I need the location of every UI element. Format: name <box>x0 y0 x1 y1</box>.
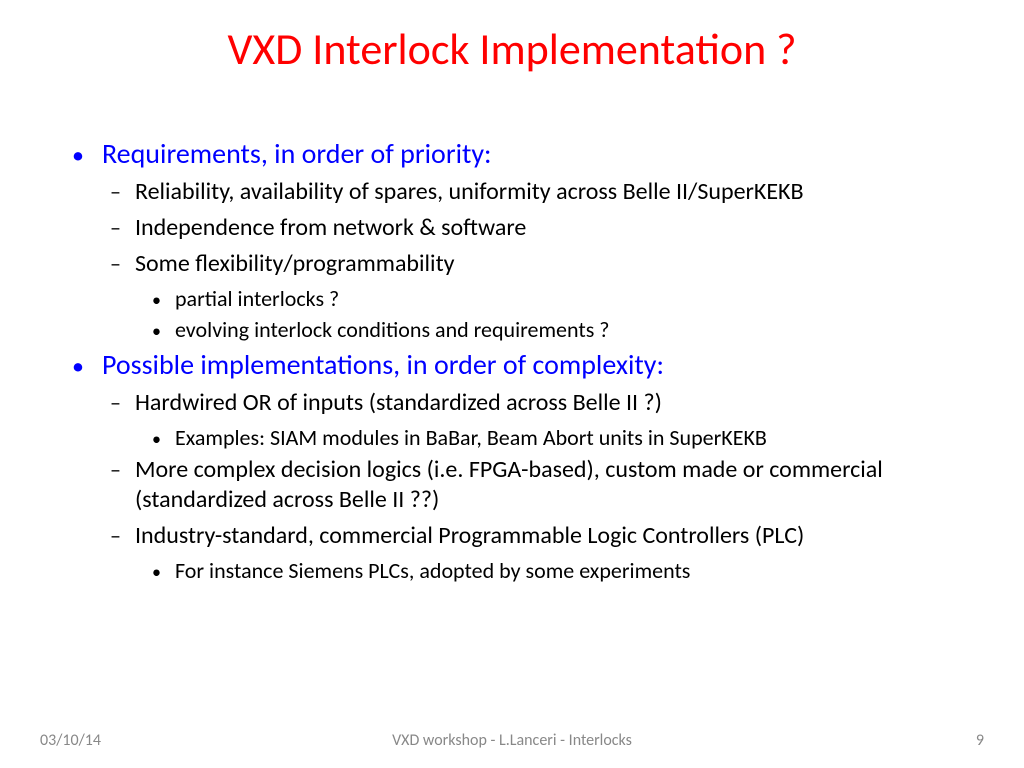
subitem-text: partial interlocks ? <box>175 285 339 312</box>
item-text: Independence from network & software <box>135 213 526 243</box>
bullet-icon: • <box>152 430 161 448</box>
slide-title: VXD Interlock Implementation ? <box>0 0 1024 86</box>
dash-icon: – <box>110 250 121 278</box>
item-text: Hardwired OR of inputs (standardized acr… <box>135 388 662 418</box>
bullet-icon: • <box>152 322 161 340</box>
list-item: – Reliability, availability of spares, u… <box>132 177 954 207</box>
item-text: Some flexibility/programmability <box>135 249 455 279</box>
list-item: – Hardwired OR of inputs (standardized a… <box>132 388 954 418</box>
item-text: Reliability, availability of spares, uni… <box>135 177 804 207</box>
heading-text: Possible implementations, in order of co… <box>102 347 664 382</box>
heading-text: Requirements, in order of priority: <box>102 136 492 171</box>
dash-icon: – <box>110 214 121 242</box>
dash-icon: – <box>110 389 121 417</box>
bullet-icon: • <box>152 563 161 581</box>
subitem-text: Examples: SIAM modules in BaBar, Beam Ab… <box>175 424 767 451</box>
dash-icon: – <box>110 178 121 206</box>
sub-list-item: • evolving interlock conditions and requ… <box>172 316 954 343</box>
subitem-text: For instance Siemens PLCs, adopted by so… <box>175 557 690 584</box>
item-text: More complex decision logics (i.e. FPGA-… <box>135 455 954 515</box>
sub-list-item: • partial interlocks ? <box>172 285 954 312</box>
bullet-icon: • <box>72 144 84 168</box>
item-text: Industry-standard, commercial Programmab… <box>135 521 804 551</box>
footer-date: 03/10/14 <box>40 731 101 750</box>
section-heading: • Requirements, in order of priority: <box>100 136 954 171</box>
slide-footer: 03/10/14 VXD workshop - L.Lanceri - Inte… <box>0 731 1024 750</box>
slide-body: • Requirements, in order of priority: – … <box>0 86 1024 584</box>
section-heading: • Possible implementations, in order of … <box>100 347 954 382</box>
sub-list-item: • For instance Siemens PLCs, adopted by … <box>172 557 954 584</box>
bullet-icon: • <box>152 291 161 309</box>
footer-center: VXD workshop - L.Lanceri - Interlocks <box>392 731 632 750</box>
list-item: – Some flexibility/programmability <box>132 249 954 279</box>
list-item: – More complex decision logics (i.e. FPG… <box>132 455 954 515</box>
subitem-text: evolving interlock conditions and requir… <box>175 316 610 343</box>
list-item: – Industry-standard, commercial Programm… <box>132 521 954 551</box>
list-item: – Independence from network & software <box>132 213 954 243</box>
dash-icon: – <box>110 456 121 484</box>
sub-list-item: • Examples: SIAM modules in BaBar, Beam … <box>172 424 954 451</box>
footer-page-number: 9 <box>976 731 984 750</box>
bullet-icon: • <box>72 355 84 379</box>
dash-icon: – <box>110 522 121 550</box>
